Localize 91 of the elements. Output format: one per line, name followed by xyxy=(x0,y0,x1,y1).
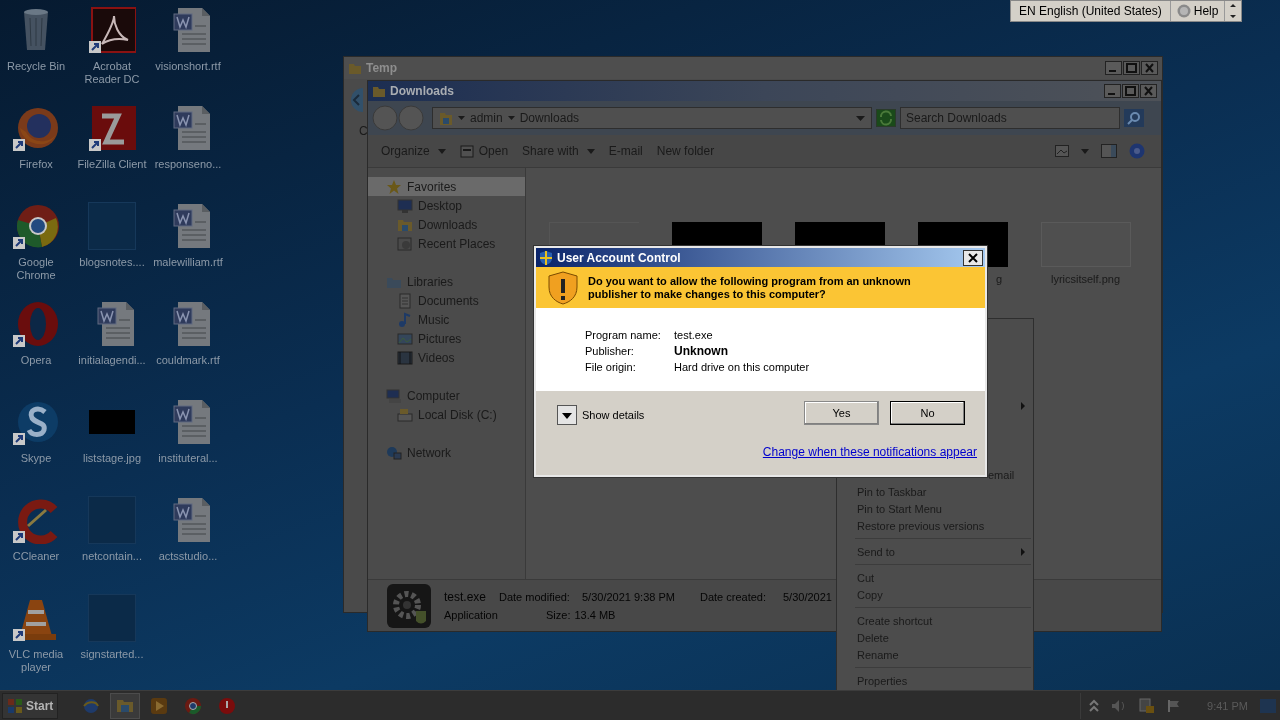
field-label: File origin: xyxy=(585,361,637,373)
icon-label[interactable]: signstarted... xyxy=(74,648,150,661)
icon-label[interactable]: FileZilla Client xyxy=(74,158,150,171)
icon-label[interactable]: couldmark.rtf xyxy=(150,354,226,367)
star-icon xyxy=(386,178,402,195)
dialog-button[interactable]: Yes xyxy=(804,401,879,425)
start-button[interactable]: Start xyxy=(2,692,59,719)
submenu-arrow-icon xyxy=(1021,547,1025,556)
folder-icon xyxy=(348,61,362,75)
file-type: Application xyxy=(444,609,499,621)
icon-label[interactable]: liststage.jpg xyxy=(74,452,150,465)
field-value: Unknown xyxy=(674,344,728,358)
caret-icon xyxy=(458,115,465,121)
show-hidden-icon[interactable] xyxy=(1089,698,1100,713)
window-icon xyxy=(459,144,474,158)
icon-label[interactable]: Google Chrome xyxy=(0,256,74,282)
app-icon xyxy=(218,696,237,715)
icon-label[interactable]: Recycle Bin xyxy=(0,60,74,73)
windows-logo-icon xyxy=(7,697,23,714)
field-value: test.exe xyxy=(674,329,713,341)
taskbar-button[interactable] xyxy=(110,692,141,719)
icon-label[interactable]: initialagendi... xyxy=(74,354,150,367)
icon-label[interactable]: Skype xyxy=(0,452,74,465)
maximize-icon[interactable] xyxy=(1123,61,1140,75)
window-title: Downloads xyxy=(390,84,454,98)
field-label: Date modified: xyxy=(499,591,571,603)
folder-icon xyxy=(439,110,453,126)
minimize-icon[interactable] xyxy=(1105,61,1122,75)
window-title: Temp xyxy=(366,61,398,75)
dialog-button[interactable]: No xyxy=(890,401,965,425)
folder-icon xyxy=(397,235,413,252)
warning-shield-icon xyxy=(548,270,578,305)
document-icon xyxy=(397,292,413,309)
expand-button[interactable] xyxy=(557,404,577,425)
icon-label[interactable]: CCleaner xyxy=(0,550,74,563)
options-icon[interactable] xyxy=(1228,3,1239,19)
settings-link[interactable]: Change when these notifications appear xyxy=(762,445,977,459)
language-indicator[interactable]: EN English (United States) xyxy=(1011,1,1171,21)
caret-icon xyxy=(437,148,446,154)
caret-icon[interactable] xyxy=(1081,148,1089,154)
forward-button[interactable] xyxy=(398,105,424,131)
close-icon[interactable] xyxy=(963,249,983,266)
icon-label[interactable]: netcontain... xyxy=(74,550,150,563)
dialog-question: Do you want to allow the following program from an unknown publisher to make changes to this computer? xyxy=(588,274,912,301)
network-icon[interactable] xyxy=(1139,697,1156,714)
icon-label[interactable]: instituteral... xyxy=(150,452,226,465)
tree-item[interactable]: Favorites xyxy=(368,177,525,196)
icon-label[interactable]: Acrobat Reader DC xyxy=(74,60,150,86)
help-icon xyxy=(1176,4,1191,18)
icon-label[interactable]: malewilliam.rtf xyxy=(150,256,226,269)
folder-icon xyxy=(372,84,386,98)
icon-label[interactable]: blogsnotes.... xyxy=(74,256,150,269)
minimize-icon[interactable] xyxy=(1104,84,1121,98)
search-icon[interactable] xyxy=(1124,109,1144,127)
field-label: Program name: xyxy=(585,329,662,341)
computer-icon xyxy=(386,387,402,404)
back-button[interactable] xyxy=(372,105,398,131)
icon-label[interactable]: Firefox xyxy=(0,158,74,171)
caret-icon xyxy=(586,148,595,154)
dropdown-icon xyxy=(856,115,865,121)
help-icon[interactable] xyxy=(1129,143,1145,159)
icon-label[interactable]: actsstudio... xyxy=(150,550,226,563)
field-label: Date created: xyxy=(700,591,768,603)
refresh-icon[interactable] xyxy=(876,109,896,127)
field-value: Hard drive on this computer xyxy=(674,361,810,373)
icon-label[interactable]: Opera xyxy=(0,354,74,367)
icon-label[interactable]: visionshort.rtf xyxy=(150,60,226,73)
caret-icon xyxy=(507,115,515,121)
preview-pane-icon[interactable] xyxy=(1101,144,1117,158)
maximize-icon[interactable] xyxy=(1122,84,1139,98)
file-name: test.exe xyxy=(444,590,488,604)
browser-icon xyxy=(184,696,203,715)
icon-label[interactable]: responseno... xyxy=(150,158,226,171)
field-value: 5/30/2021 9:38 PM xyxy=(582,591,676,603)
help-button[interactable]: Help xyxy=(1170,1,1226,21)
music-note-icon xyxy=(397,311,413,328)
film-icon xyxy=(397,349,413,366)
flag-icon[interactable] xyxy=(1167,698,1182,713)
network-icon xyxy=(386,444,402,461)
field-label: Size: xyxy=(546,609,571,621)
media-player-icon xyxy=(150,696,169,715)
view-icon[interactable] xyxy=(1055,145,1069,157)
browser-icon xyxy=(82,696,101,715)
monitor-icon xyxy=(397,197,413,214)
field-label: Publisher: xyxy=(585,345,635,357)
picture-icon xyxy=(397,330,413,347)
toggle-label: Show details xyxy=(582,408,645,421)
icon-label[interactable]: VLC media player xyxy=(0,648,74,674)
drive-icon xyxy=(397,406,413,423)
shield-icon xyxy=(539,249,553,266)
dialog-title: User Account Control xyxy=(557,250,682,265)
